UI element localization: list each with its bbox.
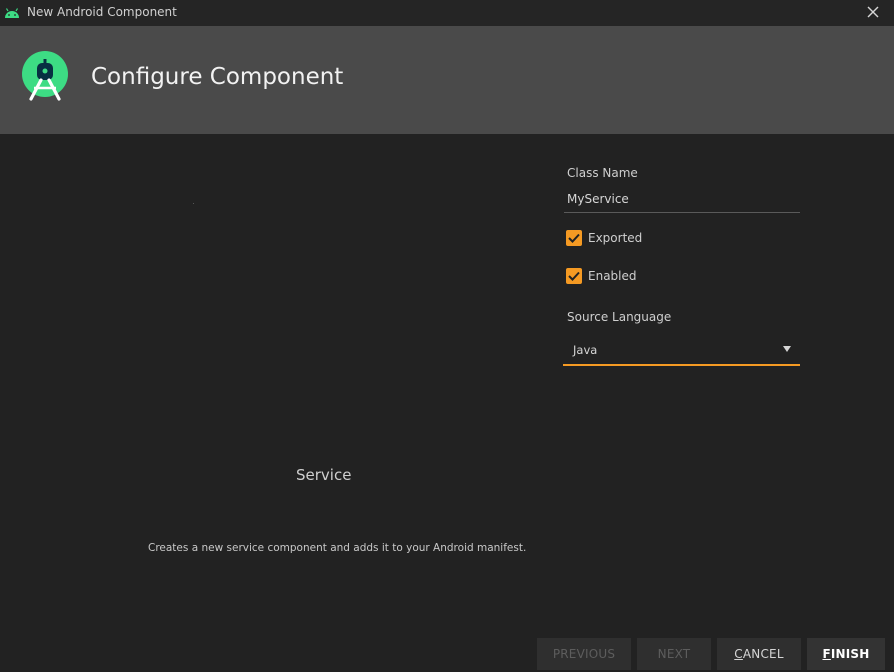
source-language-label: Source Language	[567, 310, 672, 324]
enabled-checkbox[interactable]: Enabled	[566, 267, 766, 285]
close-icon[interactable]	[866, 4, 880, 18]
next-button-label: NEXT	[657, 647, 691, 661]
previous-button-label: PREVIOUS	[552, 647, 616, 661]
divider-dot	[193, 203, 194, 204]
exported-label: Exported	[588, 231, 643, 245]
android-icon	[4, 5, 20, 19]
cancel-button-label: ANCEL	[742, 647, 784, 661]
class-name-input[interactable]: MyService	[564, 188, 800, 213]
window-title: New Android Component	[27, 5, 177, 19]
exported-checkbox[interactable]: Exported	[566, 229, 766, 247]
cancel-button[interactable]: CANCEL	[717, 638, 801, 670]
class-name-label: Class Name	[567, 166, 638, 180]
android-studio-logo	[20, 50, 70, 102]
enabled-label: Enabled	[588, 269, 637, 283]
component-title: Service	[296, 466, 352, 484]
class-name-value[interactable]: MyService	[567, 192, 629, 206]
title-bar: New Android Component	[0, 0, 894, 26]
finish-button-label: INISH	[830, 647, 870, 661]
page-title: Configure Component	[91, 64, 344, 90]
previous-button[interactable]: PREVIOUS	[537, 638, 631, 670]
header-banner: Configure Component	[0, 26, 894, 134]
finish-button[interactable]: FINISH	[807, 638, 885, 670]
checkbox-checked-icon[interactable]	[566, 230, 582, 246]
checkbox-checked-icon[interactable]	[566, 268, 582, 284]
finish-button-mnemonic: F	[822, 647, 831, 661]
source-language-value[interactable]: Java	[573, 343, 597, 357]
component-description: Creates a new service component and adds…	[148, 542, 527, 554]
source-language-select[interactable]: Java	[563, 336, 800, 366]
next-button[interactable]: NEXT	[637, 638, 711, 670]
dialog-window: New Android Component Configure Componen…	[0, 0, 894, 672]
dropdown-arrow-icon[interactable]	[783, 346, 791, 352]
cancel-button-mnemonic: C	[734, 647, 743, 661]
